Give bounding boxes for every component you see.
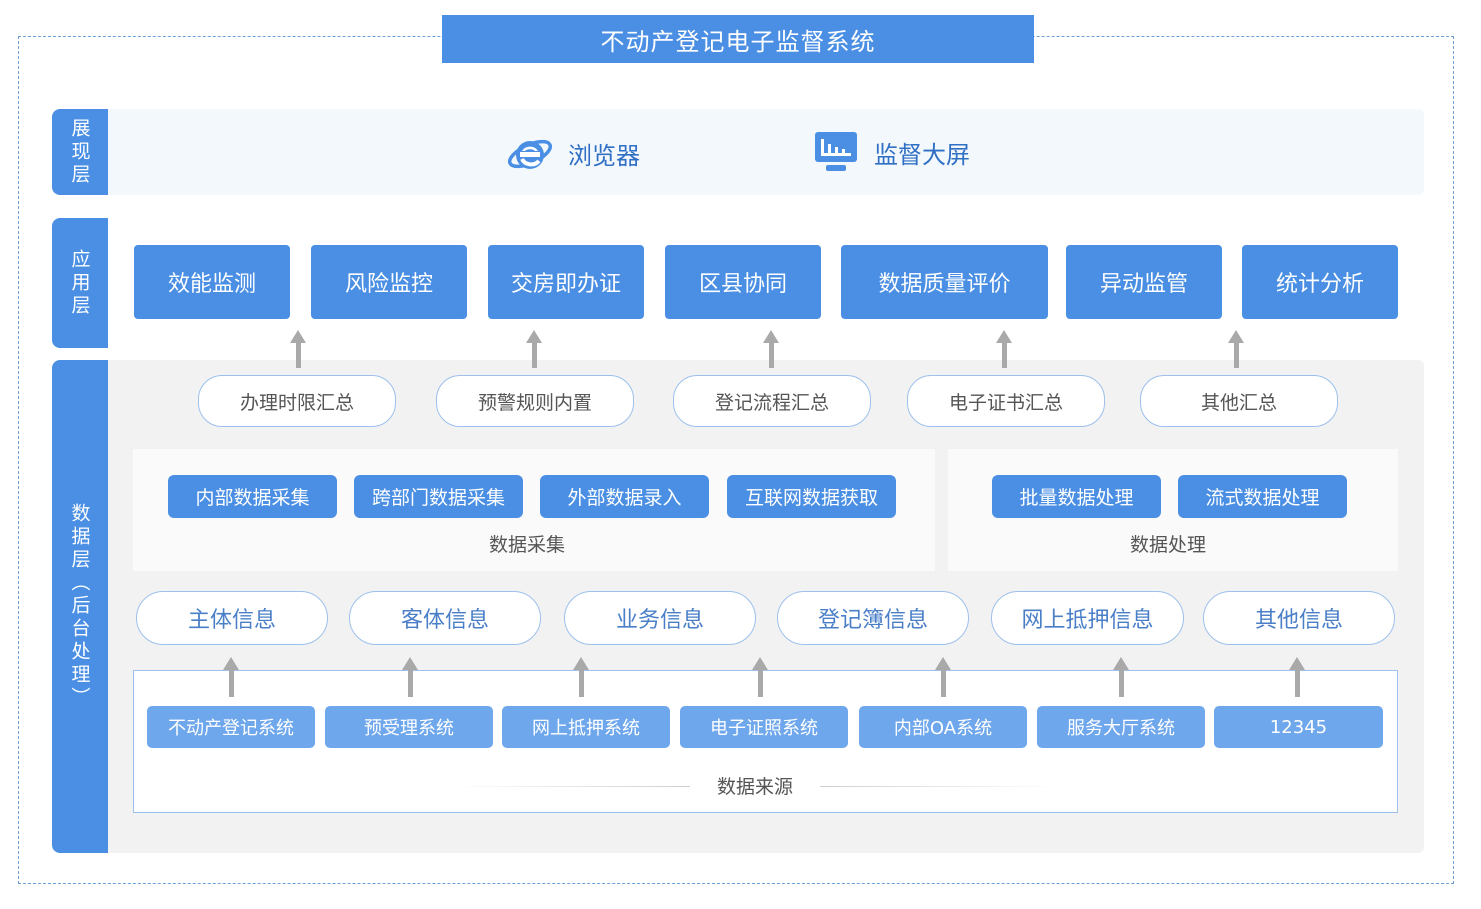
data-processing-caption: 数据处理 bbox=[1129, 534, 1206, 556]
arrow-up bbox=[763, 330, 779, 368]
arrow-up bbox=[290, 330, 306, 368]
arrow-up bbox=[573, 657, 589, 697]
monitor-screen-icon bbox=[814, 131, 858, 173]
app-module-risk: 风险监控 bbox=[311, 245, 467, 319]
presentation-layer-band bbox=[108, 109, 1424, 195]
caption-divider-right bbox=[820, 786, 1060, 787]
app-module-quality: 数据质量评价 bbox=[841, 245, 1048, 319]
processing-item: 流式数据处理 bbox=[1178, 475, 1347, 518]
big-screen-label: 监督大屏 bbox=[874, 141, 970, 169]
arrow-up bbox=[1289, 657, 1305, 697]
arrow-up bbox=[1113, 657, 1129, 697]
source-system: 服务大厅系统 bbox=[1037, 706, 1205, 748]
app-module-statistics: 统计分析 bbox=[1242, 245, 1398, 319]
collection-item: 跨部门数据采集 bbox=[354, 475, 523, 518]
arrow-up bbox=[996, 330, 1012, 368]
info-type-pill: 客体信息 bbox=[349, 591, 541, 645]
presentation-layer-tab: 展现层 bbox=[52, 109, 108, 195]
data-collection-caption: 数据采集 bbox=[488, 534, 565, 556]
arrow-up bbox=[935, 657, 951, 697]
summary-pill: 其他汇总 bbox=[1140, 375, 1338, 427]
presentation-layer-label: 展现层 bbox=[68, 117, 91, 187]
info-type-pill: 其他信息 bbox=[1203, 591, 1395, 645]
processing-item: 批量数据处理 bbox=[992, 475, 1161, 518]
data-sources-caption: 数据来源 bbox=[716, 776, 793, 798]
info-type-pill: 主体信息 bbox=[136, 591, 328, 645]
summary-pill: 办理时限汇总 bbox=[198, 375, 396, 427]
application-layer-label: 应用层 bbox=[68, 248, 91, 318]
application-layer-tab: 应用层 bbox=[52, 218, 108, 348]
arrow-up bbox=[1228, 330, 1244, 368]
arrow-up bbox=[223, 657, 239, 697]
app-module-efficiency: 效能监测 bbox=[134, 245, 290, 319]
info-type-pill: 网上抵押信息 bbox=[991, 591, 1184, 645]
info-type-pill: 登记簿信息 bbox=[777, 591, 969, 645]
summary-pill: 登记流程汇总 bbox=[673, 375, 871, 427]
arrow-up bbox=[752, 657, 768, 697]
app-module-county: 区县协同 bbox=[665, 245, 821, 319]
collection-item: 互联网数据获取 bbox=[727, 475, 896, 518]
summary-pill: 预警规则内置 bbox=[436, 375, 634, 427]
browser-label: 浏览器 bbox=[568, 142, 640, 170]
source-system: 不动产登记系统 bbox=[147, 706, 315, 748]
data-layer-tab: 数据层（后台处理） bbox=[52, 360, 108, 853]
summary-pill: 电子证书汇总 bbox=[907, 375, 1105, 427]
ie-browser-icon bbox=[506, 131, 554, 177]
app-module-handover: 交房即办证 bbox=[488, 245, 644, 319]
collection-item: 外部数据录入 bbox=[540, 475, 709, 518]
source-system: 12345 bbox=[1214, 706, 1383, 748]
source-system: 内部OA系统 bbox=[859, 706, 1027, 748]
source-system: 预受理系统 bbox=[325, 706, 493, 748]
info-type-pill: 业务信息 bbox=[564, 591, 756, 645]
diagram-title: 不动产登记电子监督系统 bbox=[442, 15, 1034, 63]
collection-item: 内部数据采集 bbox=[168, 475, 337, 518]
app-module-anomaly: 异动监管 bbox=[1066, 245, 1222, 319]
arrow-up bbox=[526, 330, 542, 368]
arrow-up bbox=[402, 657, 418, 697]
source-system: 电子证照系统 bbox=[680, 706, 848, 748]
caption-divider-left bbox=[450, 786, 690, 787]
source-system: 网上抵押系统 bbox=[502, 706, 670, 748]
data-layer-label: 数据层（后台处理） bbox=[68, 503, 91, 710]
